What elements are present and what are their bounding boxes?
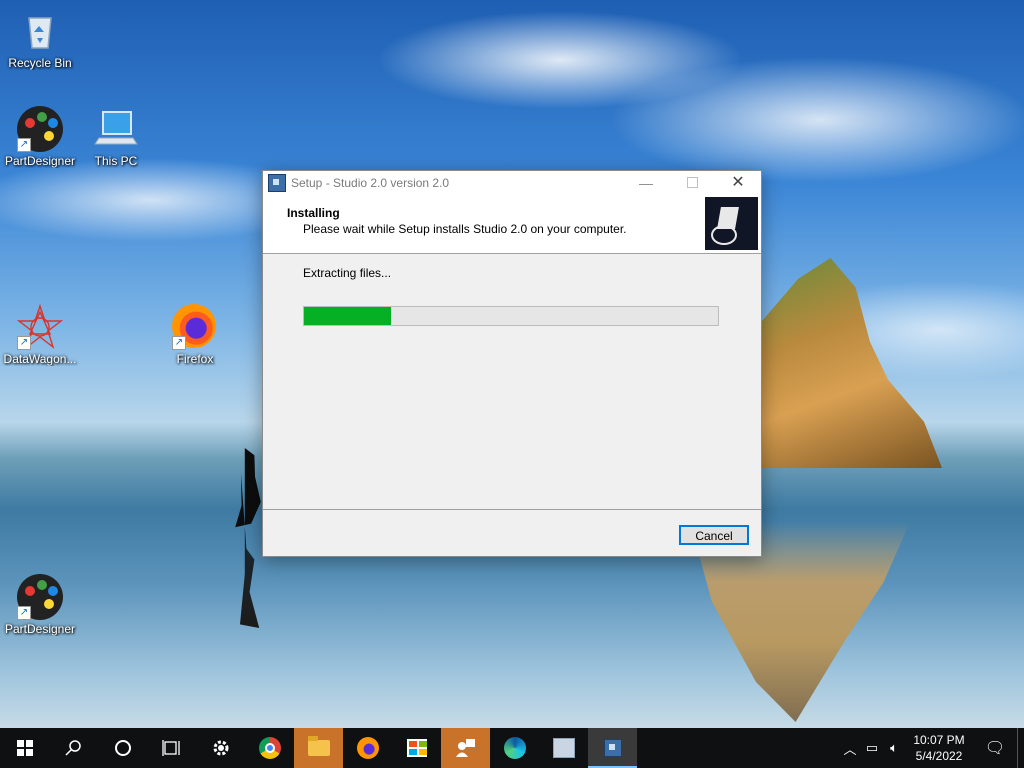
progress-fill: [304, 307, 391, 325]
wizard-body: Extracting files...: [263, 254, 761, 508]
chrome-icon: [258, 737, 281, 759]
wallpaper-rock: [762, 258, 942, 468]
edge-icon: [503, 737, 526, 759]
wizard-page-title: Installing: [287, 206, 340, 220]
wallpaper-runner: [235, 448, 261, 628]
palette-icon: ↗: [17, 106, 63, 152]
search-button[interactable]: [49, 728, 98, 768]
clock[interactable]: 10:07 PM 5/4/2022: [905, 732, 973, 764]
setup-window: Setup - Studio 2.0 version 2.0 — ✕ Insta…: [262, 170, 762, 557]
desktop-icon-label: Firefox: [176, 352, 214, 366]
maximize-icon: [686, 177, 698, 188]
window-title: Setup - Studio 2.0 version 2.0: [291, 176, 450, 190]
start-button[interactable]: [0, 728, 49, 768]
people-icon: [455, 739, 475, 757]
desktop-icon-this-pc[interactable]: This PC: [76, 106, 156, 168]
search-icon: [64, 740, 81, 756]
clock-date: 5/4/2022: [915, 749, 963, 763]
recycle-bin-icon: [17, 8, 63, 54]
show-desktop-button[interactable]: [1017, 728, 1024, 768]
task-view-icon: [161, 740, 180, 756]
minimize-button[interactable]: —: [623, 171, 669, 195]
shortcut-arrow-icon: ↗: [17, 138, 31, 152]
windows-logo-icon: [16, 740, 33, 756]
app-icon: [552, 738, 575, 758]
taskbar: ︿ ▭ 🔈︎ 10:07 PM 5/4/2022 🗨︎: [0, 728, 1024, 768]
store-icon: [406, 739, 427, 757]
status-text: Extracting files...: [303, 266, 392, 280]
title-bar[interactable]: Setup - Studio 2.0 version 2.0 — ✕: [263, 171, 761, 195]
setup-app-icon: [268, 174, 286, 192]
installer-logo-icon: [705, 197, 758, 250]
desktop-icon-partdesigner[interactable]: ↗ PartDesigner: [0, 106, 80, 168]
desktop-icon-firefox[interactable]: ↗ Firefox: [155, 304, 235, 366]
clock-time: 10:07 PM: [913, 733, 965, 747]
shortcut-arrow-icon: ↗: [17, 336, 31, 350]
network-icon[interactable]: ▭: [861, 740, 883, 756]
firefox-icon: [356, 737, 379, 759]
desktop-icon-label: PartDesigner: [4, 622, 76, 636]
desktop-icon-partdesigner-2[interactable]: ↗ PartDesigner: [0, 574, 80, 644]
chrome-button[interactable]: [245, 728, 294, 768]
wizard-header: Installing Please wait while Setup insta…: [263, 195, 761, 254]
firefox-taskbar-button[interactable]: [343, 728, 392, 768]
system-tray: ︿ ▭ 🔈︎ 10:07 PM 5/4/2022 🗨︎: [839, 728, 1024, 768]
desktop-icon-datawagon[interactable]: ↗ DataWagon...: [0, 303, 80, 366]
gear-icon: [213, 740, 228, 756]
edge-button[interactable]: [490, 728, 539, 768]
cortana-icon: [114, 740, 131, 756]
close-button[interactable]: ✕: [715, 171, 761, 195]
shortcut-arrow-icon: ↗: [17, 606, 31, 620]
task-view-button[interactable]: [147, 728, 196, 768]
volume-icon[interactable]: 🔈︎: [883, 740, 905, 756]
desktop-icon-label: Recycle Bin: [8, 56, 72, 70]
shortcut-arrow-icon: ↗: [172, 336, 186, 350]
wizard-footer: Cancel: [263, 509, 761, 556]
notification-icon[interactable]: 🗨︎: [973, 738, 1017, 758]
setup-icon: [603, 739, 622, 757]
maximize-button[interactable]: [669, 171, 715, 195]
progress-bar: [303, 306, 719, 326]
desktop-icon-label: DataWagon...: [3, 352, 77, 366]
people-button[interactable]: [441, 728, 490, 768]
store-button[interactable]: [392, 728, 441, 768]
folder-icon: [307, 736, 330, 756]
computer-icon: [93, 106, 139, 152]
file-explorer-button[interactable]: [294, 728, 343, 768]
firefox-icon: ↗: [172, 304, 218, 350]
desktop-icon-recycle-bin[interactable]: Recycle Bin: [0, 8, 80, 70]
datawagon-icon: ↗: [16, 303, 64, 350]
cortana-button[interactable]: [98, 728, 147, 768]
desktop-icon-label: PartDesigner: [4, 154, 76, 168]
palette-icon: ↗: [17, 574, 63, 620]
setup-taskbar-button[interactable]: [588, 728, 637, 768]
desktop: Recycle Bin ↗ PartDesigner This PC ↗ Dat…: [0, 0, 1024, 728]
settings-button[interactable]: [196, 728, 245, 768]
cancel-button[interactable]: Cancel: [679, 525, 749, 545]
chevron-up-icon[interactable]: ︿: [839, 739, 861, 758]
desktop-icon-label: This PC: [94, 154, 138, 168]
wizard-page-subtitle: Please wait while Setup installs Studio …: [303, 222, 627, 236]
app-button[interactable]: [539, 728, 588, 768]
